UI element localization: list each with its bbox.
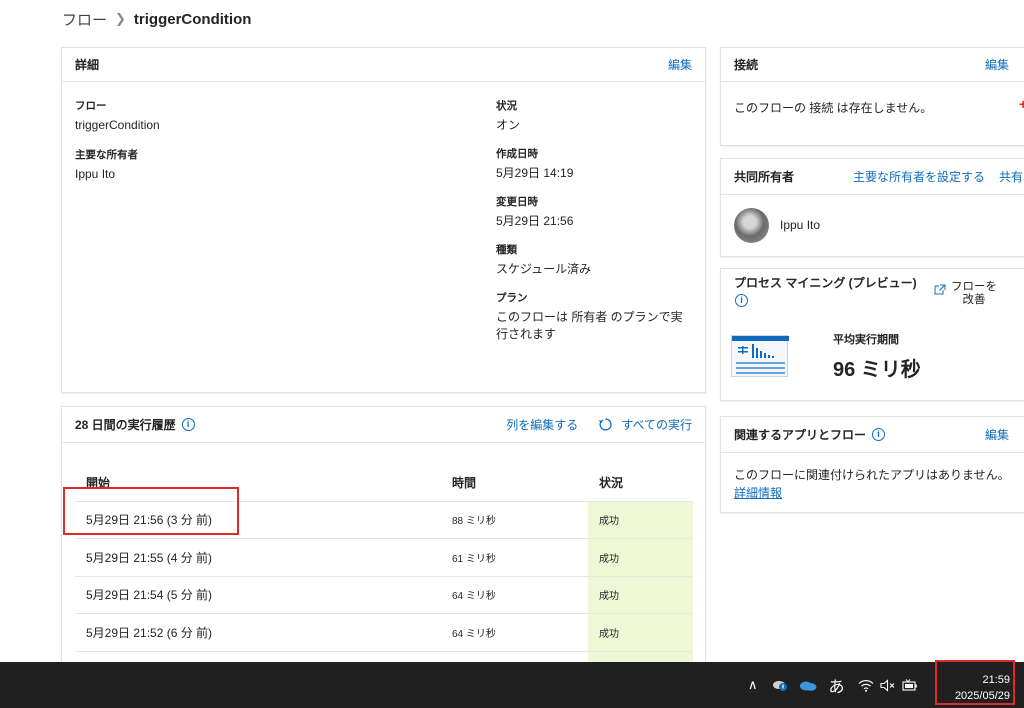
flow-label: フロー [75,100,107,112]
flow-field: フロー triggerCondition [75,98,160,134]
defender-icon[interactable] [772,678,788,692]
related-apps-card: 関連するアプリとフロー i 編集 このフローに関連付けられたアプリはありません。… [720,416,1024,513]
metric-label: 平均実行期間 [833,334,899,346]
run-start[interactable]: 5月29日 21:52 (6 分 前) [75,613,441,652]
onedrive-icon[interactable] [799,680,817,691]
highlight-box-run [63,487,239,535]
run-status: 成功 [588,538,693,577]
chevron-up-icon[interactable]: ∧ [748,677,758,693]
run-duration: 61 ミリ秒 [441,538,588,577]
metric-value: 96 ミリ秒 [833,359,921,381]
status-field: 状況 オン [496,98,520,134]
column-status[interactable]: 状況 [588,464,693,502]
connections-card: 接続 編集 このフローの 接続 は存在しません。 + [720,47,1024,146]
type-value: スケジュール済み [496,262,592,276]
improve-flow-link[interactable]: フローを改善 [934,281,997,307]
wifi-icon[interactable] [858,679,874,692]
ime-indicator[interactable]: あ [829,673,845,697]
coowners-card: 共同所有者 主要な所有者を設定する 共有 Ippu Ito [720,158,1024,257]
info-icon[interactable]: i [181,418,195,431]
avatar [734,208,769,243]
learn-more-link[interactable]: 詳細情報 [734,484,782,501]
type-field: 種類 スケジュール済み [496,242,591,278]
battery-icon[interactable] [901,679,918,691]
breadcrumb: フロー ❯ triggerCondition [62,8,251,30]
breadcrumb-flows-link[interactable]: フロー [62,9,107,30]
coowner-name[interactable]: Ippu Ito [780,218,820,232]
status-value: オン [496,118,521,132]
plan-field: プラン このフローは 所有者 のプランで実行されます [496,290,692,343]
run-start[interactable]: 5月29日 21:55 (4 分 前) [75,538,441,577]
set-primary-owner-link[interactable]: 主要な所有者を設定する [853,168,985,185]
created-field: 作成日時 5月29日 14:19 [496,146,573,182]
details-title: 詳細 [75,58,100,72]
connections-edit-link[interactable]: 編集 [985,56,1009,73]
owner-label: 主要な所有者 [75,149,138,161]
run-status: 成功 [588,576,693,614]
info-icon[interactable]: i [735,294,748,307]
chevron-right-icon: ❯ [115,11,126,26]
connections-header: 接続 編集 [721,48,1024,82]
share-link[interactable]: 共有 [999,168,1023,185]
run-duration: 88 ミリ秒 [441,501,588,539]
page-title: triggerCondition [133,10,252,28]
run-history-header: 28 日間の実行履歴 i 列を編集する すべての実行 [62,407,705,443]
table-row[interactable]: 5月29日 21:52 (6 分 前) 64 ミリ秒 成功 [75,613,693,652]
edit-columns-link[interactable]: 列を編集する [506,416,578,433]
connections-empty-text: このフローの 接続 は存在しません。 [734,101,933,115]
coowners-header: 共同所有者 主要な所有者を設定する 共有 [721,159,1024,195]
table-row[interactable]: 5月29日 21:55 (4 分 前) 61 ミリ秒 成功 [75,538,693,577]
type-label: 種類 [496,244,517,256]
related-empty-text: このフローに関連付けられたアプリはありません。 [734,468,1010,482]
created-value: 5月29日 14:19 [496,166,574,180]
volume-muted-icon[interactable] [879,678,896,692]
connections-title: 接続 [734,58,759,72]
run-duration: 64 ミリ秒 [441,613,588,652]
flow-value: triggerCondition [75,118,160,132]
modified-value: 5月29日 21:56 [496,214,574,228]
plan-label: プラン [496,292,528,304]
coowners-title: 共同所有者 [734,170,795,184]
plus-icon[interactable]: + [1019,96,1024,112]
run-status: 成功 [588,613,693,652]
highlight-box-clock [935,660,1015,705]
column-duration[interactable]: 時間 [441,464,588,502]
run-history-card: 28 日間の実行履歴 i 列を編集する すべての実行 開始 時間 状況 5月29… [61,406,706,667]
plan-value: このフローは 所有者 のプランで実行されます [496,310,683,341]
related-header: 関連するアプリとフロー i 編集 [721,417,1024,453]
run-start[interactable]: 5月29日 21:54 (5 分 前) [75,576,441,614]
refresh-icon[interactable] [598,417,613,432]
process-mining-card: プロセス マイニング (プレビュー) i フローを改善 平均実行期間 96 ミリ… [720,268,1024,401]
owner-field: 主要な所有者 Ippu Ito [75,147,138,183]
details-card: 詳細 編集 フロー triggerCondition 主要な所有者 Ippu I… [61,47,706,393]
system-tray: ∧ あ [748,662,918,708]
taskbar: ∧ あ 21:59 2025/05/29 [0,662,1024,708]
external-link-icon [934,284,946,295]
related-edit-link[interactable]: 編集 [985,426,1009,443]
process-chart-icon [731,335,789,377]
info-icon[interactable]: i [872,428,886,441]
process-mining-title: プロセス マイニング (プレビュー) [734,276,917,290]
run-history-title: 28 日間の実行履歴 [75,418,176,432]
improve-flow-text: フローを改善 [951,281,997,306]
all-runs-link[interactable]: すべての実行 [621,416,692,433]
status-label: 状況 [496,100,517,112]
details-edit-link[interactable]: 編集 [668,56,692,73]
owner-value: Ippu Ito [75,167,116,181]
related-title: 関連するアプリとフロー [734,428,867,442]
details-header: 詳細 編集 [62,48,705,82]
created-label: 作成日時 [496,148,538,160]
modified-label: 変更日時 [496,196,538,208]
modified-field: 変更日時 5月29日 21:56 [496,194,573,230]
run-duration: 64 ミリ秒 [441,576,588,614]
run-status: 成功 [588,501,693,539]
table-row[interactable]: 5月29日 21:54 (5 分 前) 64 ミリ秒 成功 [75,576,693,614]
